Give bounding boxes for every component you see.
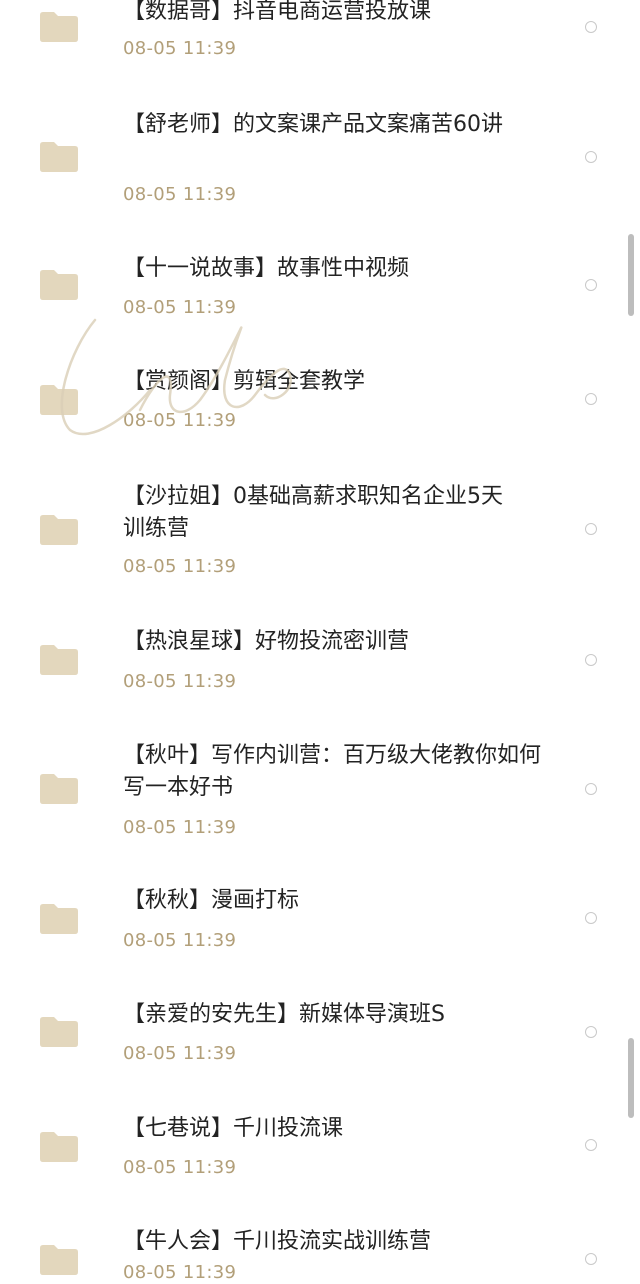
file-title: 【舒老师】的文案课产品文案痛苦60讲 [123, 112, 503, 137]
select-radio[interactable] [585, 1026, 597, 1038]
file-time: 08-05 11:39 [123, 556, 237, 577]
folder-icon [40, 1132, 78, 1162]
select-radio[interactable] [585, 523, 597, 535]
file-time: 08-05 11:39 [123, 1157, 237, 1178]
folder-icon [40, 515, 78, 545]
file-title: 【亲爱的安先生】新媒体导演班S [123, 1002, 445, 1027]
select-radio[interactable] [585, 912, 597, 924]
file-time: 08-05 11:39 [123, 930, 237, 951]
folder-icon [40, 904, 78, 934]
file-title: 【赏颜阁】剪辑全套教学 [123, 369, 366, 394]
folder-icon [40, 270, 78, 300]
folder-icon [40, 1245, 78, 1275]
select-radio[interactable] [585, 654, 597, 666]
file-title: 【七巷说】千川投流课 [123, 1116, 344, 1141]
file-time: 08-05 11:39 [123, 1043, 237, 1064]
file-time: 08-05 11:39 [123, 817, 237, 838]
file-time: 08-05 11:39 [123, 1262, 237, 1283]
folder-icon [40, 645, 78, 675]
scrollbar-thumb[interactable] [628, 1038, 634, 1118]
select-radio[interactable] [585, 151, 597, 163]
file-time: 08-05 11:39 [123, 297, 237, 318]
file-time: 08-05 11:39 [123, 671, 237, 692]
file-title: 【数据哥】抖音电商运营投放课 [123, 0, 432, 24]
file-title: 【牛人会】千川投流实战训练营 [123, 1229, 432, 1254]
folder-icon [40, 1017, 78, 1047]
file-title: 【热浪星球】好物投流密训营 [123, 629, 410, 654]
file-title: 【秋叶】写作内训营：百万级大佬教你如何写一本好书 [123, 743, 542, 800]
select-radio[interactable] [585, 1253, 597, 1265]
select-radio[interactable] [585, 279, 597, 291]
select-radio[interactable] [585, 21, 597, 33]
folder-icon [40, 12, 78, 42]
file-time: 08-05 11:39 [123, 184, 237, 205]
folder-icon [40, 142, 78, 172]
select-radio[interactable] [585, 1139, 597, 1151]
file-title: 【沙拉姐】0基础高薪求职知名企业5天训练营 [123, 484, 503, 541]
folder-icon [40, 385, 78, 415]
file-title: 【秋秋】漫画打标 [123, 888, 300, 913]
file-time: 08-05 11:39 [123, 38, 237, 59]
file-title: 【十一说故事】故事性中视频 [123, 256, 410, 281]
file-time: 08-05 11:39 [123, 410, 237, 431]
scrollbar-thumb[interactable] [628, 234, 634, 316]
select-radio[interactable] [585, 783, 597, 795]
folder-icon [40, 774, 78, 804]
select-radio[interactable] [585, 393, 597, 405]
